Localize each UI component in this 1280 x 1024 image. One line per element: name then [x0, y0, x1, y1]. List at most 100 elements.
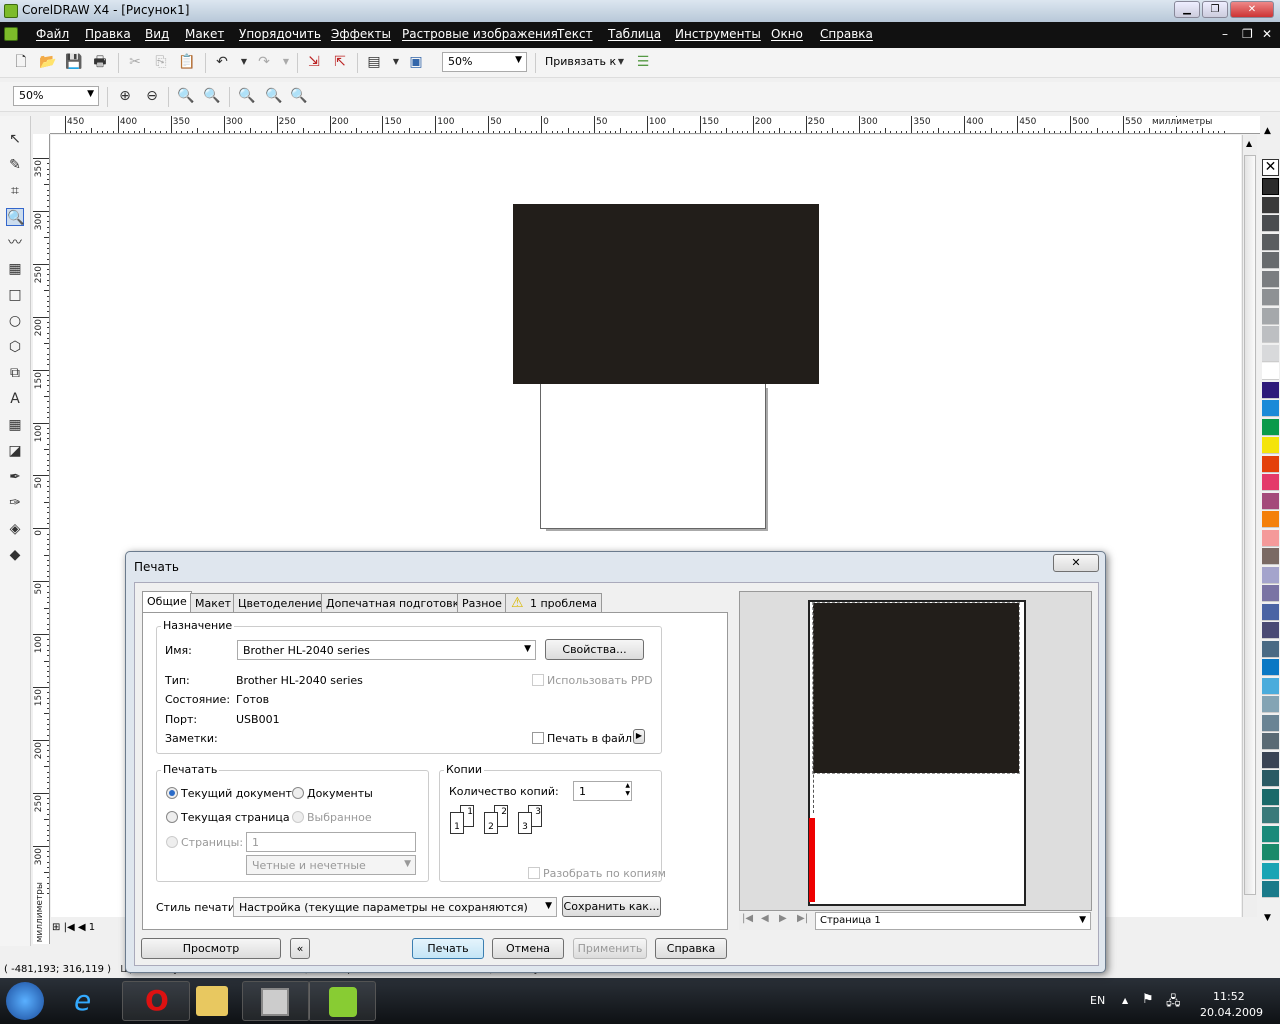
cut-icon[interactable]: ✂ [126, 53, 144, 71]
save-as-button[interactable]: Сохранить как... [562, 896, 661, 917]
color-swatch[interactable] [1262, 252, 1279, 269]
taskbar-media[interactable] [242, 981, 310, 1021]
color-swatch[interactable] [1262, 807, 1279, 824]
shape-tool-icon[interactable]: ✎ [6, 156, 24, 174]
minimize-button[interactable]: ▁ [1174, 1, 1200, 18]
zoom-to-selected-icon[interactable]: 🔍 [177, 87, 195, 105]
pages-input[interactable]: 1 [246, 832, 416, 852]
documents-radio[interactable] [292, 787, 304, 799]
zoom-to-page-width-icon[interactable]: 🔍 [265, 87, 283, 105]
undo-icon[interactable]: ↶ [213, 53, 231, 71]
color-swatch[interactable] [1262, 437, 1279, 454]
color-swatch[interactable] [1262, 585, 1279, 602]
black-rectangle[interactable] [513, 204, 819, 384]
help-button[interactable]: Справка [655, 938, 727, 959]
color-swatch[interactable] [1262, 529, 1279, 547]
vertical-scrollbar[interactable]: ▲ [1242, 135, 1257, 917]
text-tool-icon[interactable]: A [6, 390, 24, 408]
selection-radio[interactable] [292, 811, 304, 823]
collapse-preview-button[interactable]: « [290, 938, 310, 959]
save-icon[interactable]: 💾 [65, 53, 83, 71]
add-page-icon[interactable]: ⊞ [52, 922, 60, 933]
internet-explorer-icon[interactable]: e [74, 984, 91, 1017]
color-swatch[interactable] [1262, 511, 1279, 528]
options-icon[interactable]: ☰ [634, 53, 652, 71]
menu-help[interactable]: Справка [820, 27, 873, 41]
action-center-flag-icon[interactable]: ⚑ [1142, 992, 1154, 1007]
use-ppd-checkbox[interactable] [532, 674, 544, 686]
pages-radio[interactable] [166, 836, 178, 848]
snap-dropdown-icon[interactable]: ▼ [612, 53, 630, 71]
taskbar-coreldraw[interactable] [308, 981, 376, 1021]
color-swatch[interactable] [1262, 270, 1279, 288]
menu-view[interactable]: Вид [145, 27, 169, 41]
color-swatch[interactable] [1262, 696, 1279, 713]
doc-close-button[interactable]: ✕ [1262, 27, 1272, 41]
zoom-level-combo[interactable]: 50% ▼ [442, 52, 527, 72]
color-swatch[interactable] [1262, 825, 1279, 843]
open-icon[interactable]: 📂 [39, 53, 57, 71]
preview-page-select[interactable]: Страница 1 ▼ [815, 912, 1091, 930]
color-swatch[interactable] [1262, 400, 1279, 417]
tab-general[interactable]: Общие [142, 591, 192, 614]
color-swatch[interactable] [1262, 215, 1279, 232]
color-swatch[interactable] [1262, 363, 1279, 380]
color-swatch[interactable] [1262, 289, 1279, 306]
no-color-swatch[interactable]: ✕ [1262, 159, 1279, 176]
scrollbar-thumb[interactable] [1244, 155, 1256, 895]
interactive-fill-icon[interactable]: ◆ [6, 546, 24, 564]
launcher-dropdown-icon[interactable]: ▼ [387, 53, 405, 71]
color-swatch[interactable] [1262, 344, 1279, 362]
clock-time[interactable]: 11:52 [1213, 990, 1245, 1003]
menu-effects[interactable]: Эффекты [331, 27, 391, 41]
close-button[interactable]: ✕ [1230, 1, 1274, 18]
page-tab[interactable]: 1 [89, 922, 95, 933]
smart-fill-icon[interactable]: ▦ [6, 260, 24, 278]
vertical-ruler[interactable]: миллиметры 350 300 250 200 150 100 50 0 50 100 150… [33, 134, 50, 944]
color-swatch[interactable] [1262, 326, 1279, 343]
new-icon[interactable]: 🗋 [12, 53, 30, 71]
zoom-to-page-height-icon[interactable]: 🔍 [290, 87, 308, 105]
preview-button[interactable]: Просмотр [141, 938, 281, 959]
print-to-file-options-button[interactable]: ▶ [633, 729, 645, 744]
welcome-screen-icon[interactable]: ▣ [407, 53, 425, 71]
color-swatch[interactable] [1262, 659, 1279, 676]
menu-table[interactable]: Таблица [608, 27, 661, 41]
dialog-close-button[interactable]: ✕ [1053, 554, 1099, 572]
menu-edit[interactable]: Правка [85, 27, 131, 41]
color-swatch[interactable] [1262, 603, 1279, 621]
show-hidden-icons[interactable]: ▲ [1122, 996, 1128, 1005]
zoom-out-icon[interactable]: ⊖ [143, 87, 161, 105]
scroll-up-icon[interactable]: ▲ [1246, 139, 1252, 148]
collate-checkbox[interactable] [528, 867, 540, 879]
table-tool-icon[interactable]: ▦ [6, 416, 24, 434]
color-swatch[interactable] [1262, 307, 1279, 325]
tab-misc[interactable]: Разное [457, 593, 507, 613]
current-document-radio[interactable] [166, 787, 178, 799]
first-page-icon[interactable]: |◀ [742, 913, 753, 924]
last-page-icon[interactable]: ▶| [797, 913, 808, 924]
color-swatch[interactable] [1262, 548, 1279, 565]
color-swatch[interactable] [1262, 640, 1279, 658]
zoom-in-icon[interactable]: ⊕ [116, 87, 134, 105]
print-style-select[interactable]: Настройка (текущие параметры не сохраняю… [233, 897, 557, 917]
doc-minimize-button[interactable]: – [1222, 27, 1228, 41]
color-swatch[interactable] [1262, 788, 1279, 806]
interactive-blend-icon[interactable]: ◪ [6, 442, 24, 460]
tab-prepress[interactable]: Допечатная подготовка [321, 593, 472, 613]
paste-icon[interactable]: 📋 [178, 53, 196, 71]
redo-icon[interactable]: ↷ [255, 53, 273, 71]
export-icon[interactable]: ⇱ [331, 53, 349, 71]
color-swatch[interactable] [1262, 233, 1279, 251]
copy-icon[interactable]: ⎘ [152, 53, 170, 71]
cancel-button[interactable]: Отмена [492, 938, 564, 959]
zoom-tool-icon[interactable]: 🔍 [6, 208, 24, 226]
first-page-icon[interactable]: |◀ [64, 922, 75, 933]
color-swatch[interactable] [1262, 196, 1279, 214]
clock-date[interactable]: 20.04.2009 [1200, 1006, 1263, 1019]
printer-name-select[interactable]: Brother HL-2040 series ▼ [237, 640, 536, 660]
properties-button[interactable]: Свойства... [545, 639, 644, 660]
horizontal-ruler[interactable]: миллиметры 450 400 350 300 250 200 150 100 50 0 50… [50, 116, 1260, 134]
doc-restore-button[interactable]: ❐ [1242, 27, 1253, 41]
basic-shapes-icon[interactable]: ⧉ [6, 364, 24, 382]
